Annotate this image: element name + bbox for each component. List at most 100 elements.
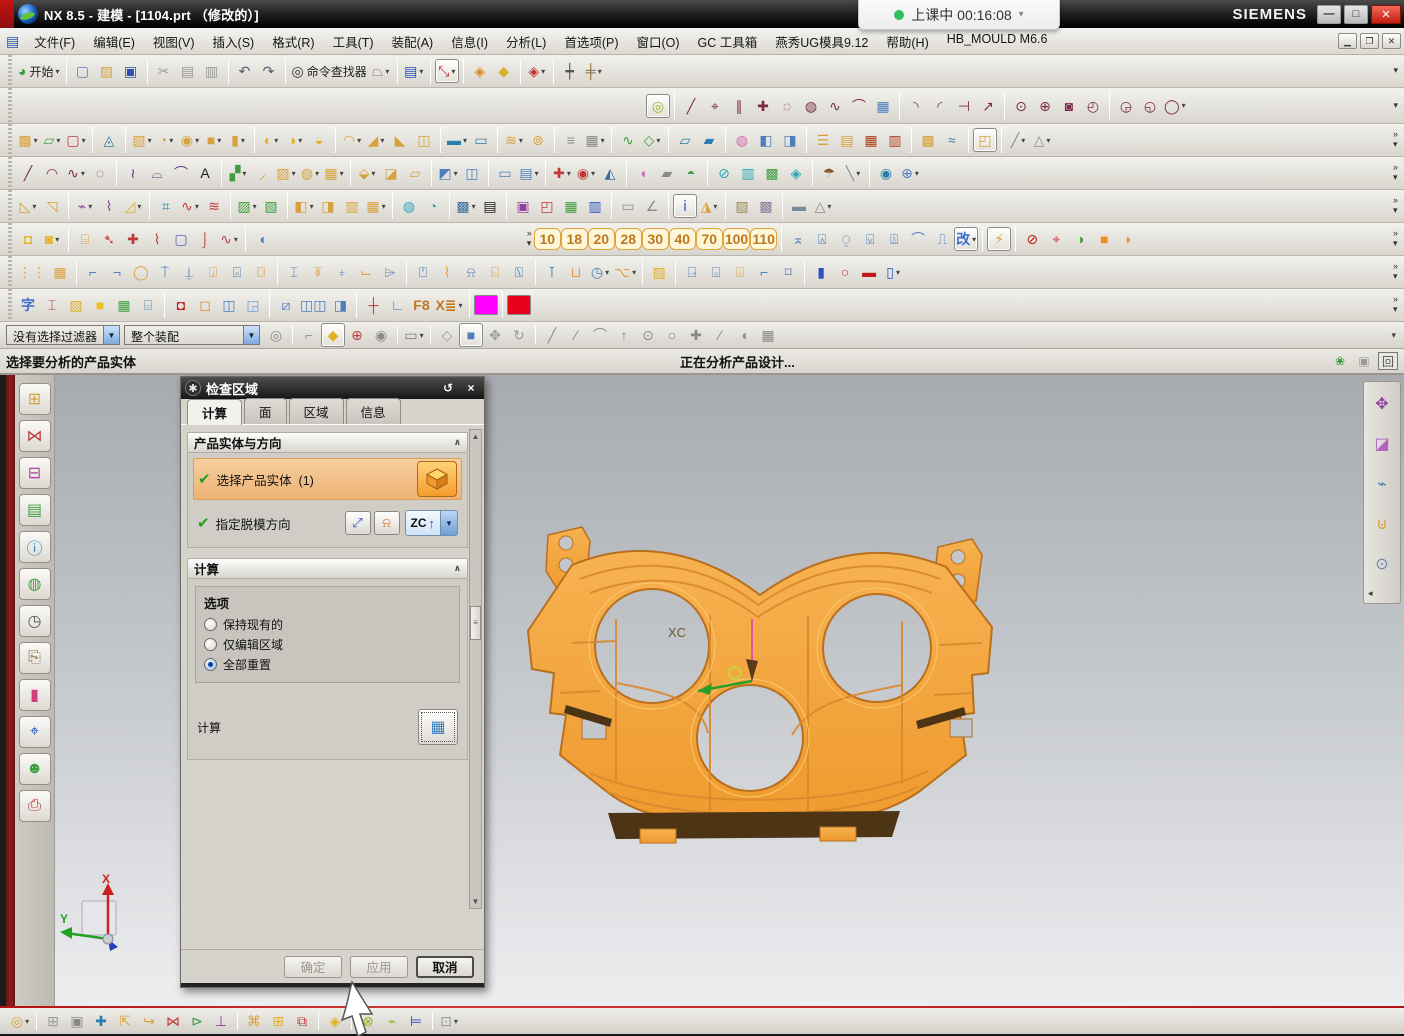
pin-icon[interactable]: ⍗ — [201, 260, 225, 284]
select-body-button[interactable] — [417, 461, 457, 497]
conic-icon[interactable]: ◵ — [1138, 94, 1162, 118]
toolbar-overflow-icon[interactable]: »▾ — [1393, 130, 1400, 150]
revolve-icon[interactable]: ◔▾ — [154, 128, 178, 152]
menu-gc[interactable]: GC 工具箱 — [689, 28, 767, 55]
thicken-icon[interactable]: ▰ — [697, 128, 721, 152]
info-i-icon[interactable]: ⅰ — [673, 194, 697, 218]
toolbar-overflow-icon[interactable]: »▾ — [527, 229, 534, 249]
selection-scope-combo[interactable]: 整个装配 ▼ — [124, 325, 260, 345]
offset-face-icon[interactable]: ▭ — [493, 161, 517, 185]
pattern-component-icon[interactable]: ⧉ — [290, 1009, 314, 1033]
j-curve-icon[interactable]: ⌡ — [193, 227, 217, 251]
twin-cube-icon[interactable]: ◫◫ — [298, 293, 328, 317]
calculate-button[interactable]: ▦ — [418, 709, 458, 745]
show-dof-icon[interactable]: ⊨ — [404, 1009, 428, 1033]
dim-width-icon[interactable]: ⍈ — [680, 260, 704, 284]
dim-x-icon[interactable]: ⌶ — [40, 293, 64, 317]
wave-link-icon[interactable]: ∿ — [616, 128, 640, 152]
gauge-plate-icon[interactable]: ▩ — [754, 194, 778, 218]
moldbase-bar-icon[interactable]: ⍜ — [834, 227, 858, 251]
surface-continuity-icon[interactable]: ≋ — [202, 194, 226, 218]
tab-信息[interactable]: 信息 — [346, 398, 401, 424]
bounds-box-icon[interactable]: ▭ — [616, 194, 640, 218]
small-cube-icon[interactable]: ◫ — [217, 293, 241, 317]
corner-l-icon[interactable]: ⌐ — [752, 260, 776, 284]
l-surface-icon[interactable]: ◲ — [241, 293, 265, 317]
dash-slope-icon[interactable]: ╲▾ — [841, 161, 865, 185]
edge-blend-icon[interactable]: ◠▾ — [340, 128, 364, 152]
waves-icon[interactable]: ≈ — [940, 128, 964, 152]
roles-icon[interactable]: ☻ — [19, 753, 51, 785]
orange-surface-icon[interactable]: ◗ — [1116, 227, 1140, 251]
radio-button-icon[interactable] — [204, 638, 217, 651]
mold-size-30-icon[interactable]: 30 — [642, 228, 669, 250]
moldbase-riser-icon[interactable]: ⍍ — [882, 227, 906, 251]
menu-o[interactable]: 窗口(O) — [627, 28, 688, 55]
child-close-button[interactable]: ✕ — [1382, 33, 1401, 49]
extrude-icon[interactable]: ▧▾ — [130, 128, 154, 152]
point-on-curve-icon[interactable]: ⊕ — [345, 323, 369, 347]
clip-disabled-icon[interactable]: ▣ — [1354, 352, 1374, 370]
circle-dashed-icon[interactable]: ◯▾ — [1162, 94, 1188, 118]
eject-pin-icon[interactable]: ⌇ — [435, 260, 459, 284]
visual-reports-icon[interactable]: ⌖ — [19, 716, 51, 748]
zebra-icon[interactable]: ▤ — [478, 194, 502, 218]
quad-color-icon[interactable]: ◰ — [535, 194, 559, 218]
replace-component-icon[interactable]: ↪ — [137, 1009, 161, 1033]
system-clock-icon[interactable]: ◷ — [19, 605, 51, 637]
constraint-navigator-icon[interactable]: ⋈ — [19, 420, 51, 452]
magenta-swatch-icon[interactable] — [474, 295, 498, 315]
start-stop-diamond-icon[interactable]: ◈▾ — [525, 59, 549, 83]
sort-list-icon[interactable]: ☰ — [811, 128, 835, 152]
dash-line-icon[interactable]: ╱▾ — [1006, 128, 1030, 152]
grid-analysis-icon[interactable]: ▩▾ — [454, 194, 478, 218]
face-color-icon[interactable]: ▣ — [511, 194, 535, 218]
circle-three-point-icon[interactable]: ⊕ — [1033, 94, 1057, 118]
parallel-line-icon[interactable]: ∥ — [727, 94, 751, 118]
arrow-up-snap-icon[interactable]: ↑ — [612, 323, 636, 347]
dialog-options-gear-icon[interactable]: ✱ — [185, 380, 201, 396]
exploded-view-icon[interactable]: ⊥ — [209, 1009, 233, 1033]
coolant-i-icon[interactable]: ⍞ — [411, 260, 435, 284]
sequence-icon[interactable]: ▤ — [835, 128, 859, 152]
micro-position-icon[interactable]: ┿ — [558, 59, 582, 83]
color-grid-icon[interactable]: ▦ — [112, 293, 136, 317]
doc-pen-icon[interactable]: ▢ — [169, 227, 193, 251]
scroll-up-icon[interactable]: ▲ — [472, 430, 480, 443]
child-restore-button[interactable]: ❐ — [1360, 33, 1379, 49]
screen-door-icon[interactable]: ⎙ — [19, 790, 51, 822]
brain-edit-icon[interactable]: ◍ — [730, 128, 754, 152]
profile-chain-icon[interactable]: ◎ — [646, 94, 670, 118]
sketch-icon[interactable]: ▢▾ — [64, 128, 88, 152]
cut-icon[interactable]: ✂ — [152, 59, 176, 83]
smooth-panel-icon[interactable]: ◓ — [679, 161, 703, 185]
bridge-curve-icon[interactable]: ⌒ — [169, 161, 193, 185]
menu-l[interactable]: 分析(L) — [497, 28, 555, 55]
wear-plate-icon[interactable]: ⍂ — [507, 260, 531, 284]
center-snap-icon[interactable]: ⊙ — [636, 323, 660, 347]
hatch-plate-icon[interactable]: ▨ — [730, 194, 754, 218]
circle-boxed-icon[interactable]: ◙ — [1057, 94, 1081, 118]
child-minimize-button[interactable]: ▁ — [1338, 33, 1357, 49]
toolbar-overflow-icon[interactable]: »▾ — [1393, 196, 1400, 216]
f8-view-icon[interactable]: F8 — [409, 293, 433, 317]
analysis-curvature-icon[interactable]: ☂ — [817, 161, 841, 185]
grid-snap-icon[interactable]: ▦ — [756, 323, 780, 347]
geometry-check-icon[interactable]: ⌗ — [154, 194, 178, 218]
grid-dense-icon[interactable]: ▦ — [48, 260, 72, 284]
pyramid-icon[interactable]: ◮▾ — [697, 194, 721, 218]
x-list-icon[interactable]: X≣▾ — [433, 293, 464, 317]
offset-surface-icon[interactable]: ▱ — [673, 128, 697, 152]
quick-trim-icon[interactable]: ⊣ — [952, 94, 976, 118]
collapse-arrow-icon[interactable]: ◂ — [1368, 588, 1373, 599]
point-line-icon[interactable]: ╱ — [16, 161, 40, 185]
wave-red-icon[interactable]: ∿▾ — [217, 227, 241, 251]
cancel-button[interactable]: 取消 — [416, 956, 474, 978]
extract-body-icon[interactable]: ◇▾ — [640, 128, 664, 152]
shell-icon[interactable]: ◫ — [412, 128, 436, 152]
wrench-icon[interactable]: ⌐ — [297, 323, 321, 347]
split-body-icon[interactable]: ▭ — [469, 128, 493, 152]
move-component-icon[interactable]: ⇱ — [113, 1009, 137, 1033]
gate-i-icon[interactable]: ⌶ — [282, 260, 306, 284]
curve-flow-icon[interactable]: ➴ — [97, 227, 121, 251]
